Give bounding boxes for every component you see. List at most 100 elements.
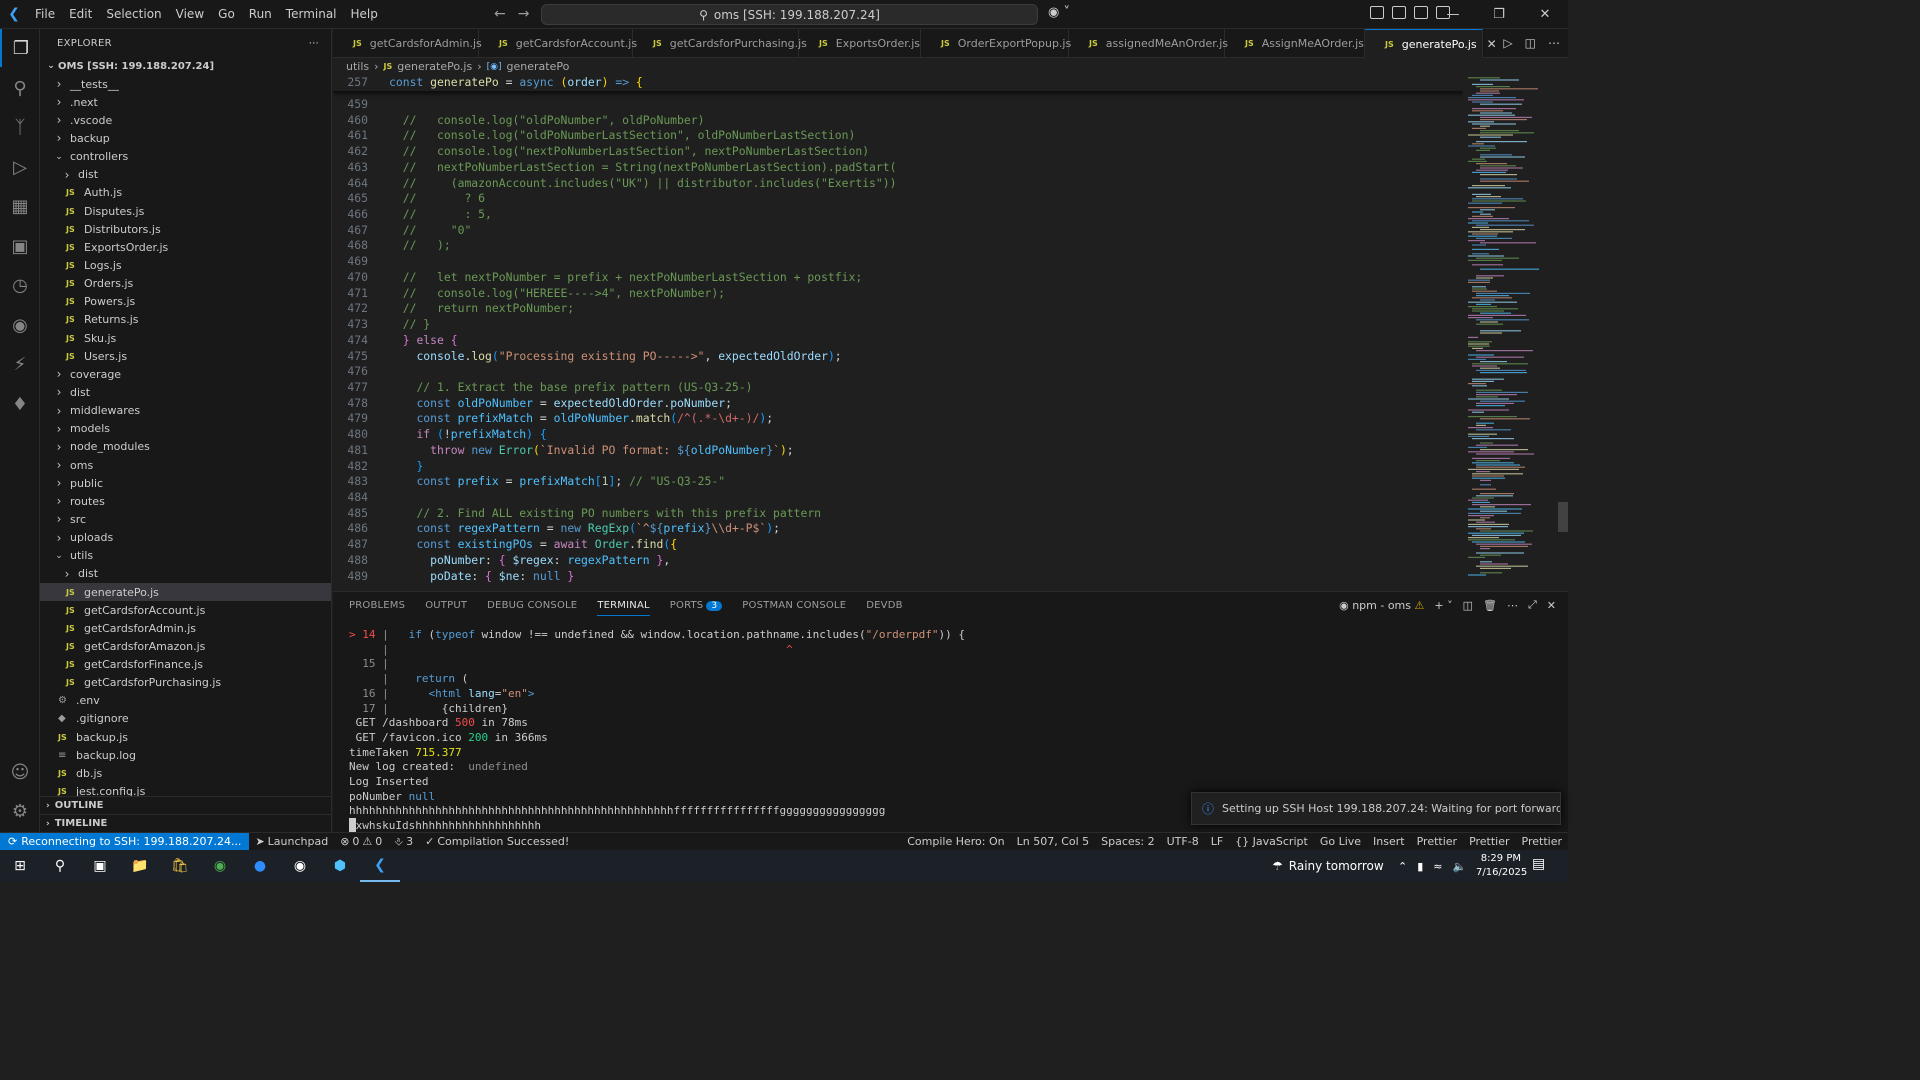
code-line[interactable]: 466 // : 5,	[333, 207, 1463, 223]
forward-arrow-icon[interactable]: →	[518, 0, 530, 29]
status-item[interactable]: Prettier	[1411, 835, 1463, 848]
tree-file[interactable]: JS getCardsforAccount.js	[40, 601, 331, 619]
code-line[interactable]: 470 // let nextPoNumber = prefix + nextP…	[333, 270, 1463, 286]
menu-help[interactable]: Help	[344, 0, 385, 29]
tree-folder[interactable]: › public	[40, 474, 331, 492]
command-center-search[interactable]: ⚲ oms [SSH: 199.188.207.24]	[541, 4, 1038, 25]
close-tab-icon[interactable]: ✕	[1487, 37, 1497, 51]
code-line[interactable]: 474 } else {	[333, 333, 1463, 349]
code-line[interactable]: 461 // console.log("oldPoNumberLastSecti…	[333, 128, 1463, 144]
tree-folder[interactable]: › node_modules	[40, 438, 331, 456]
minimize-button[interactable]: —	[1430, 0, 1476, 29]
code-line[interactable]: 477 // 1. Extract the base prefix patter…	[333, 380, 1463, 396]
chrome-icon[interactable]: ◉	[200, 850, 240, 882]
code-line[interactable]: 481 throw new Error(`Invalid PO format: …	[333, 443, 1463, 459]
editor-tab[interactable]: JS getCardsforAccount.js	[479, 29, 637, 58]
toggle-primary-sidebar-icon[interactable]	[1392, 6, 1406, 19]
tree-folder[interactable]: › backup	[40, 129, 331, 147]
search-view-icon[interactable]: ⚲	[0, 69, 40, 107]
tab-problems[interactable]: PROBLEMS	[349, 600, 405, 611]
explorer-icon[interactable]: ❐	[0, 29, 40, 67]
breadcrumb-symbol[interactable]: generatePo	[507, 60, 570, 73]
extensions-icon[interactable]: ▦	[0, 187, 40, 225]
menu-go[interactable]: Go	[211, 0, 242, 29]
timeline-section[interactable]: › TIMELINE	[40, 814, 331, 832]
tab-output[interactable]: OUTPUT	[425, 600, 467, 611]
timeline-icon[interactable]: ◷	[0, 266, 40, 304]
problems-item[interactable]: ⊗ 0 ⚠ 0	[334, 835, 388, 848]
menu-view[interactable]: View	[169, 0, 211, 29]
zoom-icon[interactable]: ●	[240, 850, 280, 882]
app-icon[interactable]: ◉	[280, 850, 320, 882]
tree-file[interactable]: JS backup.js	[40, 728, 331, 746]
editor-tab[interactable]: JS AssignMeAOrder.js	[1225, 29, 1365, 58]
more-actions-icon[interactable]: ⋯	[1548, 29, 1560, 58]
close-window-button[interactable]: ✕	[1522, 0, 1568, 29]
minimap-scrollbar-slider[interactable]	[1558, 502, 1568, 532]
code-line[interactable]: 479 const prefixMatch = oldPoNumber.matc…	[333, 411, 1463, 427]
code-line[interactable]: 478 const oldPoNumber = expectedOldOrder…	[333, 396, 1463, 412]
run-debug-icon[interactable]: ▷	[0, 148, 40, 186]
tree-folder[interactable]: › src	[40, 510, 331, 528]
new-terminal-icon[interactable]: + ˅	[1434, 599, 1452, 612]
editor-tab[interactable]: JS getCardsforPurchasing.js	[633, 29, 807, 58]
terminal-selector[interactable]: ◉ npm - oms ⚠	[1339, 599, 1424, 612]
tree-file[interactable]: JS generatePo.js	[40, 582, 331, 602]
status-item[interactable]: Insert	[1367, 835, 1411, 848]
code-line[interactable]: 489 poDate: { $ne: null }	[333, 569, 1463, 585]
postman-icon[interactable]: ◉	[0, 306, 40, 344]
breadcrumb-file[interactable]: generatePo.js	[397, 60, 472, 73]
tree-file[interactable]: JS Distributors.js	[40, 220, 331, 238]
tree-file[interactable]: ◆ .gitignore	[40, 710, 331, 728]
sticky-scroll-line[interactable]: 257 const generatePo = async (order) => {	[333, 75, 1463, 91]
editor-tab[interactable]: JS assignedMeAnOrder.js	[1069, 29, 1228, 58]
code-line[interactable]: 480 if (!prefixMatch) {	[333, 427, 1463, 443]
windows-start-icon[interactable]: ⊞	[0, 850, 40, 882]
restore-button[interactable]: ❐	[1476, 0, 1522, 29]
code-line[interactable]: 467 // "0"	[333, 223, 1463, 239]
code-line[interactable]: 484	[333, 490, 1463, 506]
file-explorer-icon[interactable]: 📁	[120, 850, 160, 882]
tree-folder[interactable]: › routes	[40, 492, 331, 510]
tree-folder[interactable]: › .next	[40, 93, 331, 111]
workspace-root[interactable]: ⌄ OMS [SSH: 199.188.207.24]	[40, 57, 331, 75]
code-line[interactable]: 464 // (amazonAccount.includes("UK") || …	[333, 176, 1463, 192]
ports-item[interactable]: ⎀ 3	[388, 835, 419, 849]
code-line[interactable]: 487 const existingPOs = await Order.find…	[333, 537, 1463, 553]
code-line[interactable]: 488 poNumber: { $regex: regexPattern },	[333, 553, 1463, 569]
status-item[interactable]: Spaces: 2	[1095, 835, 1160, 848]
maximize-panel-icon[interactable]: ⤢	[1528, 598, 1537, 612]
tree-file[interactable]: JS Users.js	[40, 347, 331, 365]
tab-terminal[interactable]: TERMINAL	[597, 600, 650, 616]
status-item[interactable]: {} JavaScript	[1229, 835, 1314, 848]
tree-file[interactable]: JS Disputes.js	[40, 202, 331, 220]
account-icon[interactable]: ☺	[0, 753, 40, 791]
code-line[interactable]: 473 // }	[333, 317, 1463, 333]
thunder-client-icon[interactable]: ⚡	[0, 345, 40, 383]
battery-icon[interactable]: ▮	[1417, 860, 1423, 873]
toggle-panel-icon[interactable]	[1414, 6, 1428, 19]
code-line[interactable]: 485 // 2. Find ALL existing PO numbers w…	[333, 506, 1463, 522]
status-item[interactable]: LF	[1205, 835, 1229, 848]
tree-folder[interactable]: › __tests__	[40, 75, 331, 93]
taskbar-search-icon[interactable]: ⚲	[40, 850, 80, 882]
notification-toast[interactable]: ⓘ Setting up SSH Host 199.188.207.24: Wa…	[1191, 792, 1561, 825]
app-icon-2[interactable]: ⬢	[320, 850, 360, 882]
copilot-icon[interactable]: ◉ ˅	[1048, 5, 1070, 20]
tree-folder[interactable]: › dist	[40, 565, 331, 583]
menu-selection[interactable]: Selection	[99, 0, 168, 29]
status-item[interactable]: UTF-8	[1161, 835, 1205, 848]
tree-file[interactable]: JS Logs.js	[40, 256, 331, 274]
tree-file[interactable]: JS Orders.js	[40, 275, 331, 293]
code-line[interactable]: 462 // console.log("nextPoNumberLastSect…	[333, 144, 1463, 160]
manage-gear-icon[interactable]: ⚙	[0, 792, 40, 830]
tree-file[interactable]: JS getCardsforFinance.js	[40, 656, 331, 674]
tree-folder[interactable]: › models	[40, 420, 331, 438]
volume-icon[interactable]: 🔈	[1453, 860, 1467, 873]
store-icon[interactable]: 🛍	[160, 850, 200, 882]
tree-file[interactable]: JS Auth.js	[40, 184, 331, 202]
tree-file[interactable]: JS ExportsOrder.js	[40, 238, 331, 256]
launchpad-item[interactable]: ➤ Launchpad	[249, 835, 334, 848]
vscode-taskbar-icon[interactable]: ❮	[360, 850, 400, 882]
remote-explorer-icon[interactable]: ▣	[0, 227, 40, 265]
